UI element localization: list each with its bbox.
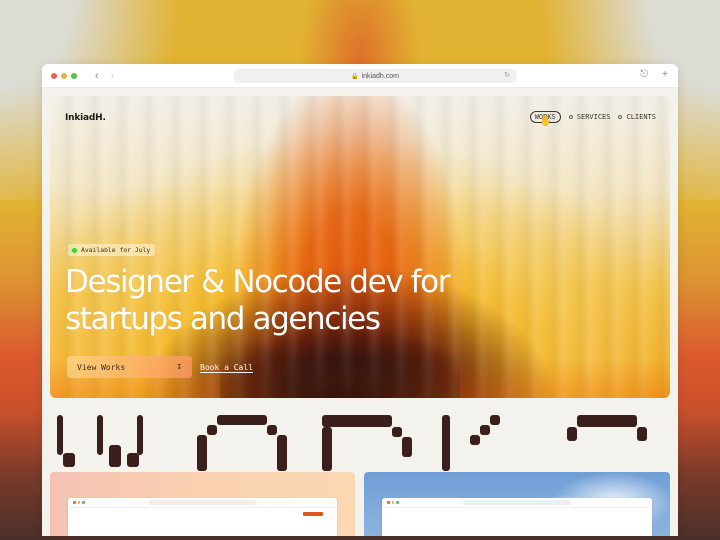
pixel-block bbox=[567, 427, 577, 441]
address-bar[interactable]: 🔒 inkiadh.com ↻ bbox=[234, 69, 516, 83]
hero-dark-shadow bbox=[220, 328, 460, 398]
pixel-block bbox=[277, 435, 287, 471]
works-letter-o bbox=[197, 415, 287, 471]
nav-item-works[interactable]: WORKS ✋ bbox=[529, 111, 561, 127]
nav-label: CLIENTS bbox=[626, 113, 656, 121]
history-nav: ‹ › bbox=[95, 70, 114, 82]
chevron-left-icon[interactable]: ‹ bbox=[95, 70, 99, 82]
pixel-block bbox=[577, 415, 637, 427]
circle-icon bbox=[618, 115, 623, 119]
works-letter-r bbox=[322, 415, 412, 471]
pixel-block bbox=[442, 415, 450, 471]
card-preview-url bbox=[148, 500, 257, 505]
status-dot-icon bbox=[72, 247, 77, 253]
pixel-block bbox=[137, 415, 143, 455]
hero-headline: Designer & Nocode dev for startups and a… bbox=[65, 264, 525, 338]
site-nav: WORKS ✋ SERVICES CLIENTS bbox=[529, 111, 656, 127]
dot-green bbox=[82, 501, 85, 504]
card-preview-controls bbox=[73, 501, 85, 504]
lock-icon: 🔒 bbox=[351, 73, 359, 80]
dot-green bbox=[396, 501, 399, 504]
pixel-block bbox=[322, 427, 332, 471]
pixel-block bbox=[109, 445, 121, 467]
availability-text: Available for July bbox=[81, 246, 151, 254]
headline-line-2: startups and agencies bbox=[65, 301, 381, 337]
card-preview-controls bbox=[387, 501, 399, 504]
cta-row: View Works ↧ Book a Call bbox=[67, 356, 253, 378]
circle-icon bbox=[568, 115, 573, 119]
pixel-block bbox=[480, 425, 490, 435]
chevron-right-icon[interactable]: › bbox=[111, 70, 115, 82]
card-preview-browser bbox=[68, 498, 337, 540]
pixel-block bbox=[322, 415, 392, 427]
pixel-block bbox=[267, 425, 277, 435]
pixel-block bbox=[207, 425, 217, 435]
pixel-block bbox=[470, 435, 480, 445]
browser-window: ‹ › 🔒 inkiadh.com ↻ ⎋ + InkiadH. WORKS ✋ bbox=[42, 64, 678, 540]
nav-item-services[interactable]: SERVICES bbox=[568, 113, 611, 121]
dot-yellow bbox=[391, 501, 394, 504]
pixel-block bbox=[490, 415, 500, 425]
arrow-down-icon: ↧ bbox=[176, 362, 182, 372]
share-icon[interactable]: ⎋ bbox=[640, 69, 648, 80]
pixel-block bbox=[217, 415, 267, 425]
works-letter-w bbox=[57, 415, 143, 467]
work-card-2[interactable] bbox=[364, 472, 670, 540]
nav-label: SERVICES bbox=[576, 113, 611, 121]
pixel-block bbox=[97, 415, 103, 455]
pixel-block bbox=[63, 453, 75, 467]
works-letter-k bbox=[442, 415, 500, 471]
book-a-call-link[interactable]: Book a Call bbox=[200, 363, 253, 372]
card-preview-toolbar bbox=[382, 498, 652, 508]
hero-section: InkiadH. WORKS ✋ SERVICES CLIENTS Availa… bbox=[50, 96, 670, 398]
close-window-button[interactable] bbox=[51, 72, 57, 79]
plus-icon[interactable]: + bbox=[662, 69, 668, 80]
pixel-block bbox=[402, 437, 412, 457]
toolbar-actions: ⎋ + bbox=[640, 69, 668, 80]
dot-red bbox=[387, 501, 390, 504]
pixel-block bbox=[57, 415, 63, 455]
reload-icon[interactable]: ↻ bbox=[504, 71, 510, 79]
pixel-block bbox=[127, 453, 139, 467]
work-card-1[interactable] bbox=[50, 472, 355, 540]
site-logo[interactable]: InkiadH. bbox=[65, 113, 106, 123]
pixel-block bbox=[637, 427, 647, 441]
card-preview-cta bbox=[303, 512, 323, 516]
works-section-title bbox=[57, 415, 667, 471]
web-page: InkiadH. WORKS ✋ SERVICES CLIENTS Availa… bbox=[42, 88, 678, 540]
dot-yellow bbox=[77, 501, 80, 504]
works-letter-s bbox=[567, 415, 647, 441]
card-preview-toolbar bbox=[68, 498, 337, 508]
card-preview-url bbox=[463, 500, 571, 505]
url-text: inkiadh.com bbox=[361, 72, 399, 80]
hand-cursor-icon: ✋ bbox=[539, 116, 553, 127]
card-preview-browser bbox=[382, 498, 652, 540]
pixel-block bbox=[197, 435, 207, 471]
maximize-window-button[interactable] bbox=[71, 72, 77, 79]
availability-badge: Available for July bbox=[68, 244, 156, 256]
bottom-band bbox=[0, 536, 720, 540]
nav-item-clients[interactable]: CLIENTS bbox=[618, 113, 656, 121]
view-works-label: View Works bbox=[77, 362, 126, 372]
headline-line-1: Designer & Nocode dev for bbox=[65, 264, 450, 300]
view-works-button[interactable]: View Works ↧ bbox=[67, 356, 192, 378]
works-pixel-title bbox=[57, 415, 647, 471]
pixel-block bbox=[392, 427, 402, 437]
minimize-window-button[interactable] bbox=[61, 72, 67, 79]
dot-red bbox=[73, 501, 76, 504]
window-controls bbox=[51, 72, 77, 79]
browser-toolbar: ‹ › 🔒 inkiadh.com ↻ ⎋ + bbox=[42, 64, 678, 88]
